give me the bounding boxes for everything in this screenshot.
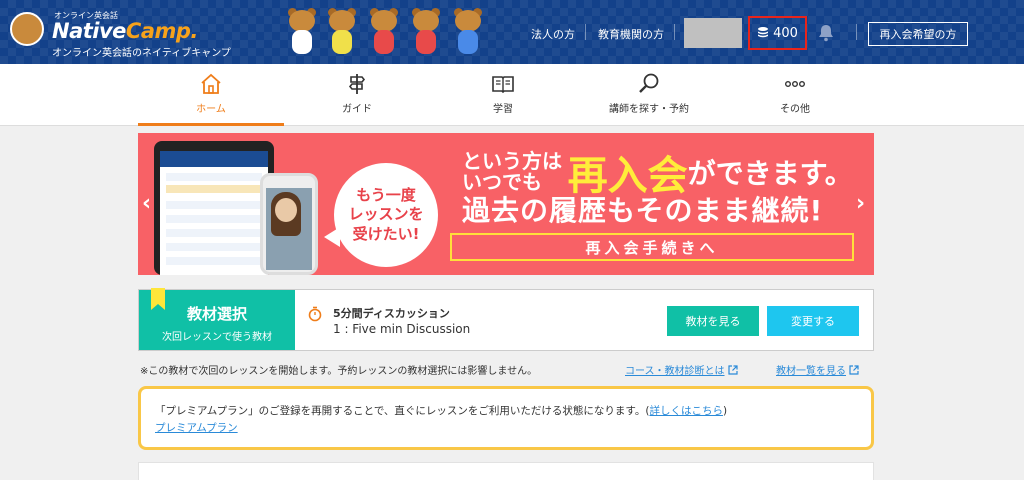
- content-card: [138, 462, 874, 480]
- paren: ): [722, 405, 728, 417]
- headline-tail: ができます。: [687, 157, 853, 190]
- nav-home[interactable]: ホーム: [138, 64, 284, 126]
- bubble-text: 受けたい!: [352, 224, 420, 243]
- premium-plan-link[interactable]: プレミアムプラン: [155, 420, 238, 435]
- divider: [674, 24, 675, 40]
- mascot-illustration: [283, 8, 493, 56]
- nav-label: その他: [780, 104, 810, 115]
- link-text: 教材一覧を見る: [776, 366, 846, 377]
- banner-next-arrow-icon[interactable]: ›: [856, 191, 865, 216]
- nav-study[interactable]: 学習: [430, 64, 576, 126]
- banner-subheadline: 過去の履歴もそのまま継続!: [462, 194, 824, 227]
- external-link-icon: [849, 365, 859, 375]
- coin-stack-icon: [758, 27, 769, 38]
- nav-label: ホーム: [196, 104, 226, 115]
- material-list-link[interactable]: 教材一覧を見る: [776, 362, 859, 377]
- corporate-link[interactable]: 法人の方: [531, 26, 575, 42]
- premium-text: 「プレミアムプラン」のご登録を再開することで、直ぐにレッスンをご利用いただける状…: [155, 403, 727, 418]
- main-nav: ホーム ガイド 学習 講師を探す・予約 その他: [0, 64, 1024, 126]
- signpost-icon: [348, 74, 366, 94]
- logo-tagline: オンライン英会話のネイティブキャンプ: [52, 48, 231, 59]
- material-selection-subtitle: 次回レッスンで使う教材: [162, 332, 272, 343]
- material-note: ※この教材で次回のレッスンを開始します。予約レッスンの教材選択には影響しません。: [140, 366, 538, 377]
- premium-message: 「プレミアムプラン」のご登録を再開することで、直ぐにレッスンをご利用いただける状…: [155, 405, 650, 417]
- premium-notice: 「プレミアムプラン」のご登録を再開することで、直ぐにレッスンをご利用いただける状…: [138, 386, 874, 450]
- nav-label: ガイド: [342, 104, 372, 115]
- rejoin-button[interactable]: 再入会希望の方: [868, 22, 968, 46]
- bubble-text: もう一度: [356, 185, 416, 204]
- nav-label: 講師を探す・予約: [609, 104, 689, 115]
- change-material-button[interactable]: 変更する: [767, 306, 859, 336]
- bubble-text: レッスンを: [348, 205, 424, 224]
- tablet-illustration: [154, 141, 274, 275]
- search-icon: [639, 73, 659, 93]
- speech-bubble: もう一度 レッスンを 受けたい!: [334, 163, 438, 267]
- logo-bear-icon: [10, 12, 44, 46]
- more-icon: [785, 80, 806, 87]
- course-title: 5分間ディスカッション: [333, 307, 450, 320]
- bear-mascot-icon: [285, 8, 319, 56]
- bear-mascot-icon: [451, 8, 485, 56]
- course-diagnosis-link[interactable]: コース・教材診断とは: [625, 362, 738, 377]
- coin-count: 400: [773, 25, 798, 41]
- divider: [585, 24, 586, 40]
- rejoin-banner[interactable]: もう一度 レッスンを 受けたい! という方は いつでも 再入会ができます。 過去の…: [138, 133, 874, 275]
- bell-icon[interactable]: [818, 24, 834, 42]
- logo-name: NativeCamp.: [52, 19, 198, 43]
- banner-prev-arrow-icon[interactable]: ‹: [142, 191, 151, 216]
- material-selection-card: 教材選択 次回レッスンで使う教材 5分間ディスカッション 1 : Five mi…: [138, 288, 874, 351]
- top-header: オンライン英会話 NativeCamp. オンライン英会話のネイティブキャンプ …: [0, 0, 1024, 64]
- nav-more[interactable]: その他: [722, 64, 868, 126]
- divider: [856, 24, 857, 40]
- home-icon: [201, 73, 221, 94]
- phone-illustration: [260, 173, 318, 275]
- bookmark-icon: [151, 288, 165, 310]
- bear-mascot-icon: [325, 8, 359, 56]
- view-material-button[interactable]: 教材を見る: [667, 306, 759, 336]
- link-text: コース・教材診断とは: [625, 366, 725, 377]
- book-icon: [492, 76, 514, 94]
- logo[interactable]: オンライン英会話 NativeCamp. オンライン英会話のネイティブキャンプ: [10, 8, 231, 59]
- details-link[interactable]: 詳しくはこちら: [649, 405, 723, 417]
- nav-label: 学習: [493, 104, 513, 115]
- rejoin-cta[interactable]: 再入会手続きへ: [450, 233, 854, 261]
- lesson-name: 1 : Five min Discussion: [333, 322, 471, 336]
- education-link[interactable]: 教育機関の方: [598, 26, 664, 42]
- nav-find-tutor[interactable]: 講師を探す・予約: [576, 64, 722, 126]
- bear-mascot-icon: [409, 8, 443, 56]
- coin-balance[interactable]: 400: [748, 16, 807, 50]
- external-link-icon: [727, 365, 738, 375]
- avatar[interactable]: [684, 18, 742, 48]
- nav-guide[interactable]: ガイド: [284, 64, 430, 126]
- timer-icon: [308, 306, 322, 322]
- bear-mascot-icon: [367, 8, 401, 56]
